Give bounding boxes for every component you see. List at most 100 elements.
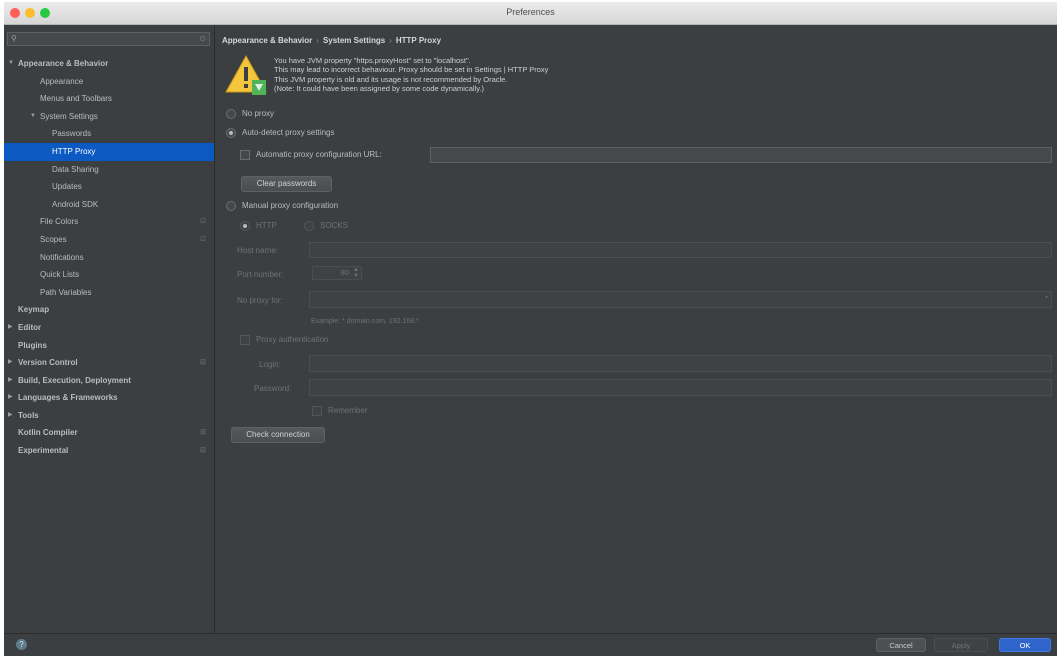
proxy-authentication-label: Proxy authentication [256, 335, 329, 345]
sidebar-item-appearance[interactable]: Appearance [4, 73, 214, 91]
auto-config-url-field[interactable] [430, 147, 1052, 163]
sidebar-item-label: Path Variables [40, 287, 92, 297]
collapse-right-icon[interactable]: ▶ [8, 389, 13, 407]
collapse-right-icon[interactable]: ▶ [8, 354, 13, 372]
manual-proxy-option[interactable]: Manual proxy configuration [226, 201, 338, 211]
password-field[interactable] [309, 379, 1052, 396]
collapse-right-icon[interactable]: ▶ [8, 407, 13, 425]
sidebar-item-label: Appearance & Behavior [18, 59, 109, 68]
manual-proxy-label: Manual proxy configuration [242, 201, 339, 211]
ok-button[interactable]: OK [999, 638, 1051, 652]
preferences-window: Preferences ⚲ ⊙ ▼ Appearance & Behavior Ap… [4, 2, 1057, 656]
sidebar-item-label: Android SDK [52, 199, 99, 209]
help-icon[interactable]: ? [16, 639, 27, 650]
http-radio[interactable] [240, 221, 250, 231]
sidebar-item-passwords[interactable]: Passwords [4, 125, 214, 143]
port-number-spinner[interactable]: 80 ▲ ▼ [312, 266, 362, 280]
cancel-button[interactable]: Cancel [876, 638, 926, 652]
no-proxy-for-label: No proxy for: [237, 296, 283, 305]
sidebar-item-label: Updates [52, 182, 82, 192]
sidebar-item-appearance-behavior[interactable]: ▼ Appearance & Behavior [4, 55, 214, 73]
collapse-right-icon[interactable]: ▶ [8, 319, 13, 337]
sidebar-item-android-sdk[interactable]: Android SDK [4, 196, 214, 214]
auto-detect-radio[interactable] [226, 128, 236, 138]
manual-proxy-radio[interactable] [226, 201, 236, 211]
expand-field-icon[interactable]: ▾ [1045, 294, 1048, 301]
sidebar-item-editor[interactable]: ▶ Editor [4, 319, 214, 337]
sidebar-item-plugins[interactable]: Plugins [4, 337, 214, 355]
expand-down-icon[interactable]: ▼ [30, 108, 36, 126]
breadcrumb: Appearance & Behavior › System Settings › HT… [222, 36, 441, 45]
sidebar-item-label: Languages & Frameworks [18, 393, 118, 403]
no-proxy-option[interactable]: No proxy [226, 109, 274, 119]
sidebar-item-scopes[interactable]: Scopes ⊡ [4, 231, 214, 249]
sidebar-item-label: Passwords [52, 129, 92, 139]
clear-passwords-button[interactable]: Clear passwords [241, 176, 332, 192]
sidebar-item-label: HTTP Proxy [52, 146, 96, 156]
sidebar-item-experimental[interactable]: Experimental ⊡ [4, 442, 214, 460]
spinner-arrows-icon[interactable]: ▲ ▼ [353, 267, 359, 279]
sidebar-item-menus-and-toolbars[interactable]: Menus and Toolbars [4, 90, 214, 108]
no-proxy-example: Example: *.domain.com, 192.168.* [311, 318, 419, 325]
warning-line: This may lead to incorrect behaviour. Pr… [274, 65, 549, 75]
socks-option[interactable]: SOCKS [304, 221, 348, 231]
login-field[interactable] [309, 355, 1052, 372]
settings-search-input[interactable] [24, 33, 194, 45]
search-clear-icon[interactable]: ⊙ [199, 34, 206, 43]
sidebar-item-label: Data Sharing [52, 164, 99, 174]
auto-config-url-checkbox[interactable] [240, 150, 250, 160]
sidebar-item-label: Kotlin Compiler [18, 428, 78, 438]
project-level-settings-icon: ⊡ [200, 218, 206, 226]
auto-detect-label: Auto-detect proxy settings [242, 128, 335, 138]
breadcrumb-separator: › [389, 36, 392, 45]
sidebar-item-system-settings[interactable]: ▼ System Settings [4, 108, 214, 126]
sidebar-item-build-execution-deployment[interactable]: ▶ Build, Execution, Deployment [4, 372, 214, 390]
remember-label: Remember [328, 406, 368, 416]
sidebar-item-label: Appearance [40, 76, 84, 86]
socks-label: SOCKS [320, 221, 349, 231]
login-label: Login: [259, 360, 281, 369]
sidebar-item-updates[interactable]: Updates [4, 178, 214, 196]
sidebar-item-path-variables[interactable]: Path Variables [4, 284, 214, 302]
sidebar-item-file-colors[interactable]: File Colors ⊡ [4, 213, 214, 231]
remember-option[interactable]: Remember [312, 406, 368, 416]
sidebar-item-label: Editor [18, 322, 42, 332]
proxy-authentication-checkbox[interactable] [240, 335, 250, 345]
http-option[interactable]: HTTP [240, 221, 277, 231]
port-number-label: Port number: [237, 270, 284, 279]
sidebar-item-label: Scopes [40, 234, 67, 244]
sidebar-item-label: Tools [18, 410, 39, 420]
no-proxy-label: No proxy [242, 109, 275, 119]
collapse-right-icon[interactable]: ▶ [8, 372, 13, 390]
host-name-field[interactable] [309, 242, 1052, 258]
sidebar-item-quick-lists[interactable]: Quick Lists [4, 266, 214, 284]
proxy-authentication-option[interactable]: Proxy authentication [240, 335, 329, 345]
sidebar-item-languages-frameworks[interactable]: ▶ Languages & Frameworks [4, 389, 214, 407]
remember-checkbox[interactable] [312, 406, 322, 416]
warning-line: (Note: It could have been assigned by so… [274, 83, 484, 93]
sidebar-item-data-sharing[interactable]: Data Sharing [4, 161, 214, 179]
settings-search-box[interactable]: ⚲ ⊙ [7, 32, 210, 46]
sidebar-item-label: Version Control [18, 358, 78, 368]
sidebar-item-label: Keymap [18, 305, 50, 315]
no-proxy-radio[interactable] [226, 109, 236, 119]
sidebar-item-tools[interactable]: ▶ Tools [4, 407, 214, 425]
expand-down-icon[interactable]: ▼ [8, 55, 14, 73]
sidebar-item-keymap[interactable]: Keymap [4, 301, 214, 319]
no-proxy-for-field[interactable]: ▾ [309, 291, 1052, 308]
search-icon: ⚲ [11, 34, 17, 43]
sidebar-item-label: Plugins [18, 340, 47, 350]
check-connection-button[interactable]: Check connection [231, 427, 325, 443]
host-name-label: Host name: [237, 246, 278, 255]
apply-button[interactable]: Apply [934, 638, 988, 652]
auto-config-url-option[interactable]: Automatic proxy configuration URL: [240, 150, 382, 160]
sidebar-item-label: Quick Lists [40, 270, 80, 280]
sidebar-item-version-control[interactable]: ▶ Version Control ⊡ [4, 354, 214, 372]
breadcrumb-separator: › [316, 36, 319, 45]
sidebar-item-notifications[interactable]: Notifications [4, 249, 214, 267]
sidebar-item-kotlin-compiler[interactable]: Kotlin Compiler ⊡ [4, 424, 214, 442]
sidebar-item-http-proxy[interactable]: HTTP Proxy [4, 142, 214, 161]
socks-radio[interactable] [304, 221, 314, 231]
project-level-settings-icon: ⊡ [200, 429, 206, 437]
auto-detect-option[interactable]: Auto-detect proxy settings [226, 128, 335, 138]
